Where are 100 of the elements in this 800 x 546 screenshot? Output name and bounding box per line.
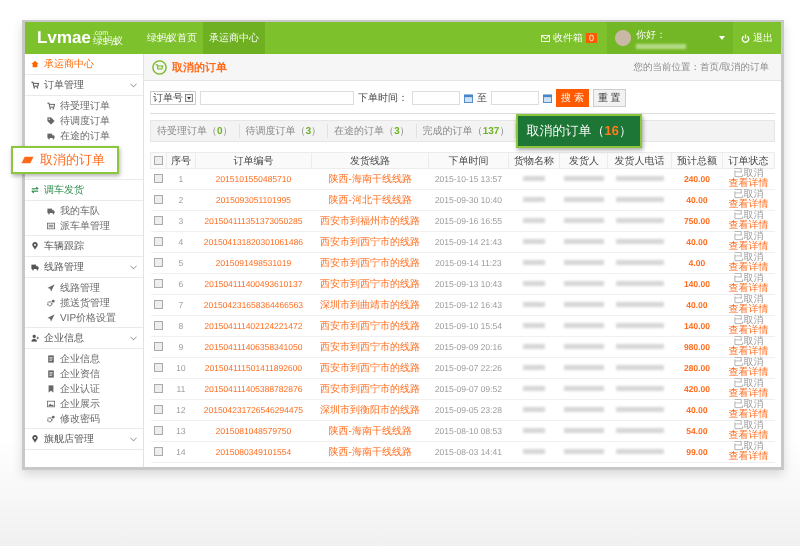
nav-link[interactable]: 绿蚂蚁首页 — [140, 22, 203, 54]
row-checkbox[interactable] — [154, 237, 164, 246]
route-link[interactable]: 陕西-河北干线线路 — [312, 190, 429, 210]
sidebar-item[interactable]: 我的车队 — [25, 203, 143, 218]
blurred-text — [522, 218, 545, 224]
route-link[interactable]: 西安市到西宁市的线路 — [312, 232, 429, 252]
order-number-link[interactable]: 201504111406358341050 — [195, 336, 312, 358]
user-menu[interactable]: 你好： — [607, 22, 733, 54]
order-number-link[interactable]: 2015093051101995 — [195, 190, 312, 210]
sidebar-section[interactable]: 线路管理 — [25, 257, 143, 278]
reset-button[interactable]: 重 置 — [592, 89, 626, 107]
details-link[interactable]: 查看详情 — [728, 221, 769, 231]
end-date-input[interactable] — [491, 91, 539, 105]
route-link[interactable]: 陕西-海南干线线路 — [312, 420, 429, 442]
blurred-text — [564, 386, 604, 392]
order-number-link[interactable]: 201504231726546294475 — [195, 400, 312, 420]
route-link[interactable]: 西安市到西宁市的线路 — [312, 378, 429, 400]
order-number-link[interactable]: 201504111501411892600 — [195, 358, 312, 378]
details-link[interactable]: 查看详情 — [728, 389, 769, 399]
sidebar-item[interactable]: 修改密码 — [25, 411, 143, 426]
order-number-link[interactable]: 201504111402124221472 — [195, 316, 312, 336]
order-number-link[interactable]: 201504111400493610137 — [195, 274, 312, 294]
route-link[interactable]: 西安市到西宁市的线路 — [312, 358, 429, 378]
details-link[interactable]: 查看详情 — [728, 431, 769, 441]
details-link[interactable]: 查看详情 — [728, 305, 769, 315]
route-link[interactable]: 西安市到福州市的线路 — [312, 210, 429, 232]
details-link[interactable]: 查看详情 — [728, 326, 769, 336]
route-link[interactable]: 陕西-海南干线线路 — [312, 442, 429, 462]
logout-link[interactable]: 退出 — [733, 22, 781, 54]
sidebar-item[interactable]: 派车单管理 — [25, 218, 143, 233]
field-select[interactable]: 订单号 — [150, 91, 196, 105]
route-link[interactable]: 西安市到西宁市的线路 — [312, 274, 429, 294]
sidebar-item[interactable]: 在途的订单 — [25, 128, 143, 143]
status-tab[interactable]: 在途的订单（3） — [328, 124, 417, 138]
row-checkbox[interactable] — [154, 258, 164, 268]
sidebar-item[interactable]: 企业信息 — [25, 351, 143, 366]
route-link[interactable]: 西安市到西宁市的线路 — [312, 336, 429, 358]
calendar-icon[interactable] — [464, 94, 473, 102]
sidebar-section[interactable]: 旗舰店管理 — [25, 429, 143, 450]
row-checkbox[interactable] — [154, 426, 164, 436]
sidebar-item[interactable]: VIP价格设置 — [25, 310, 143, 325]
sidebar-item[interactable]: 企业资信 — [25, 366, 143, 381]
sidebar-item[interactable]: 企业展示 — [25, 396, 143, 411]
row-checkbox[interactable] — [154, 195, 164, 204]
status-tab[interactable]: 待调度订单（3） — [240, 124, 328, 138]
details-link[interactable]: 查看详情 — [728, 263, 769, 273]
sidebar-section[interactable]: 订单管理 — [25, 75, 143, 96]
sidebar-item[interactable]: 揽送货管理 — [25, 295, 143, 310]
route-link[interactable]: 陕西-海南干线线路 — [312, 168, 429, 190]
inbox-link[interactable]: 收件箱 0 — [530, 22, 607, 54]
order-number-link[interactable]: 2015081048579750 — [195, 420, 312, 442]
sidebar-item[interactable]: 待调度订单 — [25, 113, 143, 128]
sidebar-item[interactable]: 待受理订单 — [25, 98, 143, 113]
calendar-icon[interactable] — [543, 94, 552, 102]
status-tab[interactable]: 取消的订单（16） — [516, 114, 642, 148]
row-checkbox[interactable] — [154, 384, 164, 394]
order-number-link[interactable]: 201504131820301061486 — [195, 232, 312, 252]
row-checkbox[interactable] — [154, 447, 164, 456]
details-link[interactable]: 查看详情 — [728, 410, 769, 420]
select-all-checkbox[interactable] — [154, 156, 164, 165]
nav-link[interactable]: 承运商中心 — [202, 22, 265, 54]
details-link[interactable]: 查看详情 — [728, 284, 769, 294]
order-number-link[interactable]: 201504111405388782876 — [195, 378, 312, 400]
sidebar-section[interactable]: 车辆跟踪 — [25, 236, 143, 257]
search-button[interactable]: 搜 索 — [556, 89, 589, 107]
order-number-link[interactable]: 2015091498531019 — [195, 252, 312, 274]
order-number-link[interactable]: 201504231658364466563 — [195, 294, 312, 316]
search-input[interactable] — [200, 91, 354, 105]
sidebar-section[interactable]: 企业信息 — [25, 328, 143, 349]
table-cell: 13 — [166, 420, 196, 442]
route-link[interactable]: 西安市到西宁市的线路 — [312, 252, 429, 274]
order-number-link[interactable]: 2015101550485710 — [195, 168, 312, 190]
route-link[interactable]: 西安市到西宁市的线路 — [312, 316, 429, 336]
details-link[interactable]: 查看详情 — [728, 179, 769, 189]
details-link[interactable]: 查看详情 — [728, 200, 769, 210]
details-link[interactable]: 查看详情 — [728, 452, 769, 462]
details-link[interactable]: 查看详情 — [728, 347, 769, 357]
row-checkbox[interactable] — [154, 342, 164, 352]
route-link[interactable]: 深圳市到衡阳市的线路 — [312, 400, 429, 420]
row-checkbox[interactable] — [154, 174, 164, 184]
sidebar-item[interactable]: 线路管理 — [25, 280, 143, 295]
sidebar-section[interactable]: 承运商中心 — [25, 54, 143, 75]
row-checkbox[interactable] — [154, 279, 164, 288]
status-text: 已取消 — [734, 337, 764, 347]
logo-text: Lvmae — [37, 28, 91, 48]
route-link[interactable]: 深圳市到曲靖市的线路 — [312, 294, 429, 316]
sidebar-section[interactable]: 调车发货 — [25, 180, 143, 201]
details-link[interactable]: 查看详情 — [728, 242, 769, 252]
row-checkbox[interactable] — [154, 405, 164, 414]
order-number-link[interactable]: 201504111351373050285 — [195, 210, 312, 232]
start-date-input[interactable] — [412, 91, 460, 105]
row-checkbox[interactable] — [154, 300, 164, 310]
order-number-link[interactable]: 2015080349101554 — [195, 442, 312, 462]
row-checkbox[interactable] — [154, 216, 164, 226]
caret-icon — [719, 36, 725, 40]
sidebar-item[interactable]: 企业认证 — [25, 381, 143, 396]
row-checkbox[interactable] — [154, 321, 164, 330]
row-checkbox[interactable] — [154, 363, 164, 372]
details-link[interactable]: 查看详情 — [728, 368, 769, 378]
status-tab[interactable]: 待受理订单（0） — [151, 124, 240, 138]
